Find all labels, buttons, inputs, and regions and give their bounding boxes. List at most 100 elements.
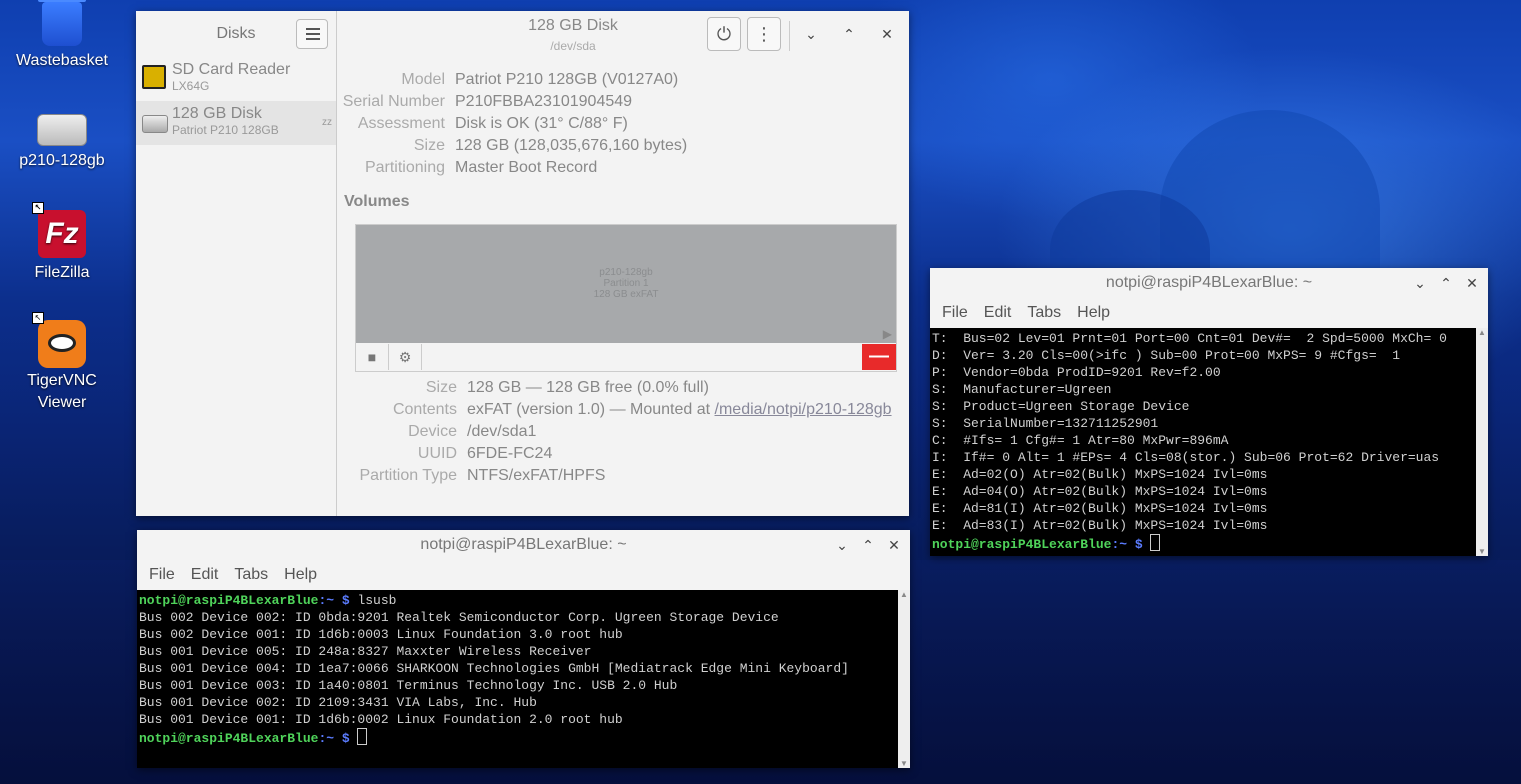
- disks-main: 128 GB Disk /dev/sda ⏻ ⋮ ⌄ ⌃ ✕ Model Ser…: [337, 11, 909, 516]
- info-key: Size: [425, 379, 457, 396]
- menu-edit[interactable]: Edit: [183, 566, 227, 584]
- hard-disk-icon: [142, 115, 168, 133]
- unmount-button[interactable]: ■: [356, 344, 389, 370]
- info-key: Device: [408, 423, 457, 440]
- menu-help[interactable]: Help: [276, 566, 325, 584]
- volumes-heading: Volumes: [344, 193, 410, 210]
- desktop-icon-wastebasket[interactable]: Wastebasket: [7, 0, 117, 70]
- partition-settings-button[interactable]: ⚙: [389, 344, 422, 370]
- volume-map: p210-128gb Partition 1 128 GB exFAT ▶ ■ …: [355, 224, 897, 372]
- disk-title: 128 GB Disk: [528, 17, 618, 34]
- terminal-line: Bus 001 Device 003: ID 1a40:0801 Terminu…: [139, 678, 678, 693]
- close-button[interactable]: ✕: [1462, 273, 1482, 293]
- disks-sidebar: Disks SD Card Reader LX64G 128 GB Disk P…: [136, 11, 337, 516]
- desktop-icon-filezilla[interactable]: Fz ↖ FileZilla: [7, 202, 117, 282]
- window-title: notpi@raspiP4BLexarBlue: ~: [1105, 274, 1313, 291]
- delete-partition-button[interactable]: —: [862, 344, 896, 370]
- scrollbar[interactable]: ▲ ▼: [1476, 328, 1488, 556]
- terminal-line: E: Ad=04(O) Atr=02(Bulk) MxPS=1024 Ivl=0…: [932, 484, 1268, 499]
- terminal-line: Bus 001 Device 004: ID 1ea7:0066 SHARKOO…: [139, 661, 849, 676]
- prompt-user: notpi@raspiP4BLexarBlue: [139, 593, 319, 608]
- menubar: File Edit Tabs Help: [930, 298, 1488, 328]
- terminal-line: E: Ad=02(O) Atr=02(Bulk) MxPS=1024 Ivl=0…: [932, 467, 1268, 482]
- volume-toolbar: ■ ⚙ —: [356, 344, 896, 370]
- info-key: Serial Number: [342, 93, 445, 110]
- info-key: Contents: [392, 401, 457, 418]
- terminal-line: C: #Ifs= 1 Cfg#= 1 Atr=80 MxPwr=896mA: [932, 433, 1229, 448]
- drive-sub: Patriot P210 128GB: [172, 123, 279, 137]
- play-icon: ▶: [882, 327, 892, 341]
- scroll-down-icon[interactable]: ▼: [1476, 547, 1488, 556]
- window-titlebar: notpi@raspiP4BLexarBlue: ~ ⌄ ⌃ ✕: [137, 530, 910, 560]
- power-off-button[interactable]: ⏻: [707, 17, 741, 51]
- menu-help[interactable]: Help: [1069, 304, 1118, 322]
- minus-icon: —: [869, 345, 889, 367]
- maximize-button[interactable]: ⌃: [839, 24, 859, 44]
- desktop-icon-tigervnc[interactable]: ↖ TigerVNC Viewer: [7, 312, 117, 414]
- scroll-up-icon[interactable]: ▲: [1476, 328, 1488, 337]
- text-cursor: [357, 728, 368, 745]
- prompt-user: notpi@raspiP4BLexarBlue: [932, 537, 1112, 552]
- terminal-window-usb-devices: notpi@raspiP4BLexarBlue: ~ ⌄ ⌃ ✕ File Ed…: [930, 268, 1488, 556]
- terminal-line: E: Ad=81(I) Atr=02(Bulk) MxPS=1024 Ivl=0…: [932, 501, 1268, 516]
- terminal-line: P: Vendor=0bda ProdID=9201 Rev=f2.00: [932, 365, 1221, 380]
- tigervnc-icon: ↖: [32, 312, 86, 368]
- hamburger-icon: [306, 28, 320, 30]
- info-key: Size: [413, 137, 445, 154]
- drive-item-sd-card[interactable]: SD Card Reader LX64G: [136, 57, 336, 101]
- terminal-output[interactable]: notpi@raspiP4BLexarBlue:~ $ lsusb Bus 002…: [137, 590, 898, 768]
- standby-icon: zz: [322, 117, 332, 128]
- terminal-line: D: Ver= 3.20 Cls=00(>ifc ) Sub=00 Prot=0…: [932, 348, 1401, 363]
- shortcut-arrow-icon: ↖: [32, 202, 44, 214]
- scroll-down-icon[interactable]: ▼: [898, 759, 910, 768]
- prompt-path: :~ $: [318, 593, 350, 608]
- scroll-up-icon[interactable]: ▲: [898, 590, 910, 599]
- maximize-button[interactable]: ⌃: [1436, 273, 1456, 293]
- menu-file[interactable]: File: [141, 566, 183, 584]
- info-value: NTFS/exFAT/HPFS: [467, 467, 606, 484]
- menu-file[interactable]: File: [934, 304, 976, 322]
- mount-point-link[interactable]: /media/notpi/p210-128gb: [715, 401, 892, 418]
- desktop-icon-drive[interactable]: p210-128gb: [7, 100, 117, 170]
- info-value: 6FDE-FC24: [467, 445, 553, 462]
- terminal-line: S: Product=Ugreen Storage Device: [932, 399, 1190, 414]
- shortcut-arrow-icon: ↖: [32, 312, 44, 324]
- text-cursor: [1150, 534, 1161, 551]
- terminal-line: I: If#= 0 Alt= 1 #EPs= 4 Cls=08(stor.) S…: [932, 450, 1440, 465]
- info-key: Assessment: [357, 115, 445, 132]
- scrollbar[interactable]: ▲ ▼: [898, 590, 910, 768]
- terminal-line: T: Bus=02 Lev=01 Prnt=01 Port=00 Cnt=01 …: [932, 331, 1447, 346]
- info-key: Model: [401, 71, 445, 88]
- maximize-button[interactable]: ⌃: [858, 535, 878, 555]
- disk-subtitle: /dev/sda: [550, 39, 596, 53]
- wastebasket-icon: [38, 0, 86, 46]
- header-divider: [789, 21, 790, 51]
- terminal-line: Bus 001 Device 002: ID 2109:3431 VIA Lab…: [139, 695, 537, 710]
- desktop-icon-label: TigerVNC Viewer: [27, 372, 97, 411]
- minimize-button[interactable]: ⌄: [832, 535, 852, 555]
- window-title: notpi@raspiP4BLexarBlue: ~: [420, 536, 627, 553]
- disk-menu-button[interactable]: ⋮: [747, 17, 781, 51]
- menu-edit[interactable]: Edit: [976, 304, 1020, 322]
- terminal-output[interactable]: T: Bus=02 Lev=01 Prnt=01 Port=00 Cnt=01 …: [930, 328, 1476, 556]
- menu-tabs[interactable]: Tabs: [226, 566, 276, 584]
- minimize-button[interactable]: ⌄: [801, 24, 821, 44]
- info-key: Partition Type: [359, 467, 457, 484]
- terminal-window-lsusb: notpi@raspiP4BLexarBlue: ~ ⌄ ⌃ ✕ File Ed…: [137, 530, 910, 768]
- filezilla-icon: Fz ↖: [32, 202, 86, 258]
- minimize-button[interactable]: ⌄: [1410, 273, 1430, 293]
- drive-item-128gb[interactable]: 128 GB Disk Patriot P210 128GB zz: [136, 101, 336, 145]
- drive-name: SD Card Reader: [172, 61, 291, 78]
- info-value: Patriot P210 128GB (V0127A0): [455, 71, 679, 88]
- drive-sub: LX64G: [172, 79, 210, 93]
- close-button[interactable]: ✕: [884, 535, 904, 555]
- terminal-line: Bus 002 Device 001: ID 1d6b:0003 Linux F…: [139, 627, 623, 642]
- menu-tabs[interactable]: Tabs: [1019, 304, 1069, 322]
- menu-button[interactable]: [296, 19, 328, 49]
- terminal-line: S: SerialNumber=132711252901: [932, 416, 1159, 431]
- close-button[interactable]: ✕: [877, 24, 897, 44]
- partition-size: 128 GB exFAT: [593, 289, 659, 300]
- info-value: exFAT (version 1.0) — Mounted at /media/…: [467, 401, 892, 418]
- partition-block[interactable]: p210-128gb Partition 1 128 GB exFAT ▶: [356, 225, 896, 343]
- desktop-icon-label: FileZilla: [34, 264, 90, 281]
